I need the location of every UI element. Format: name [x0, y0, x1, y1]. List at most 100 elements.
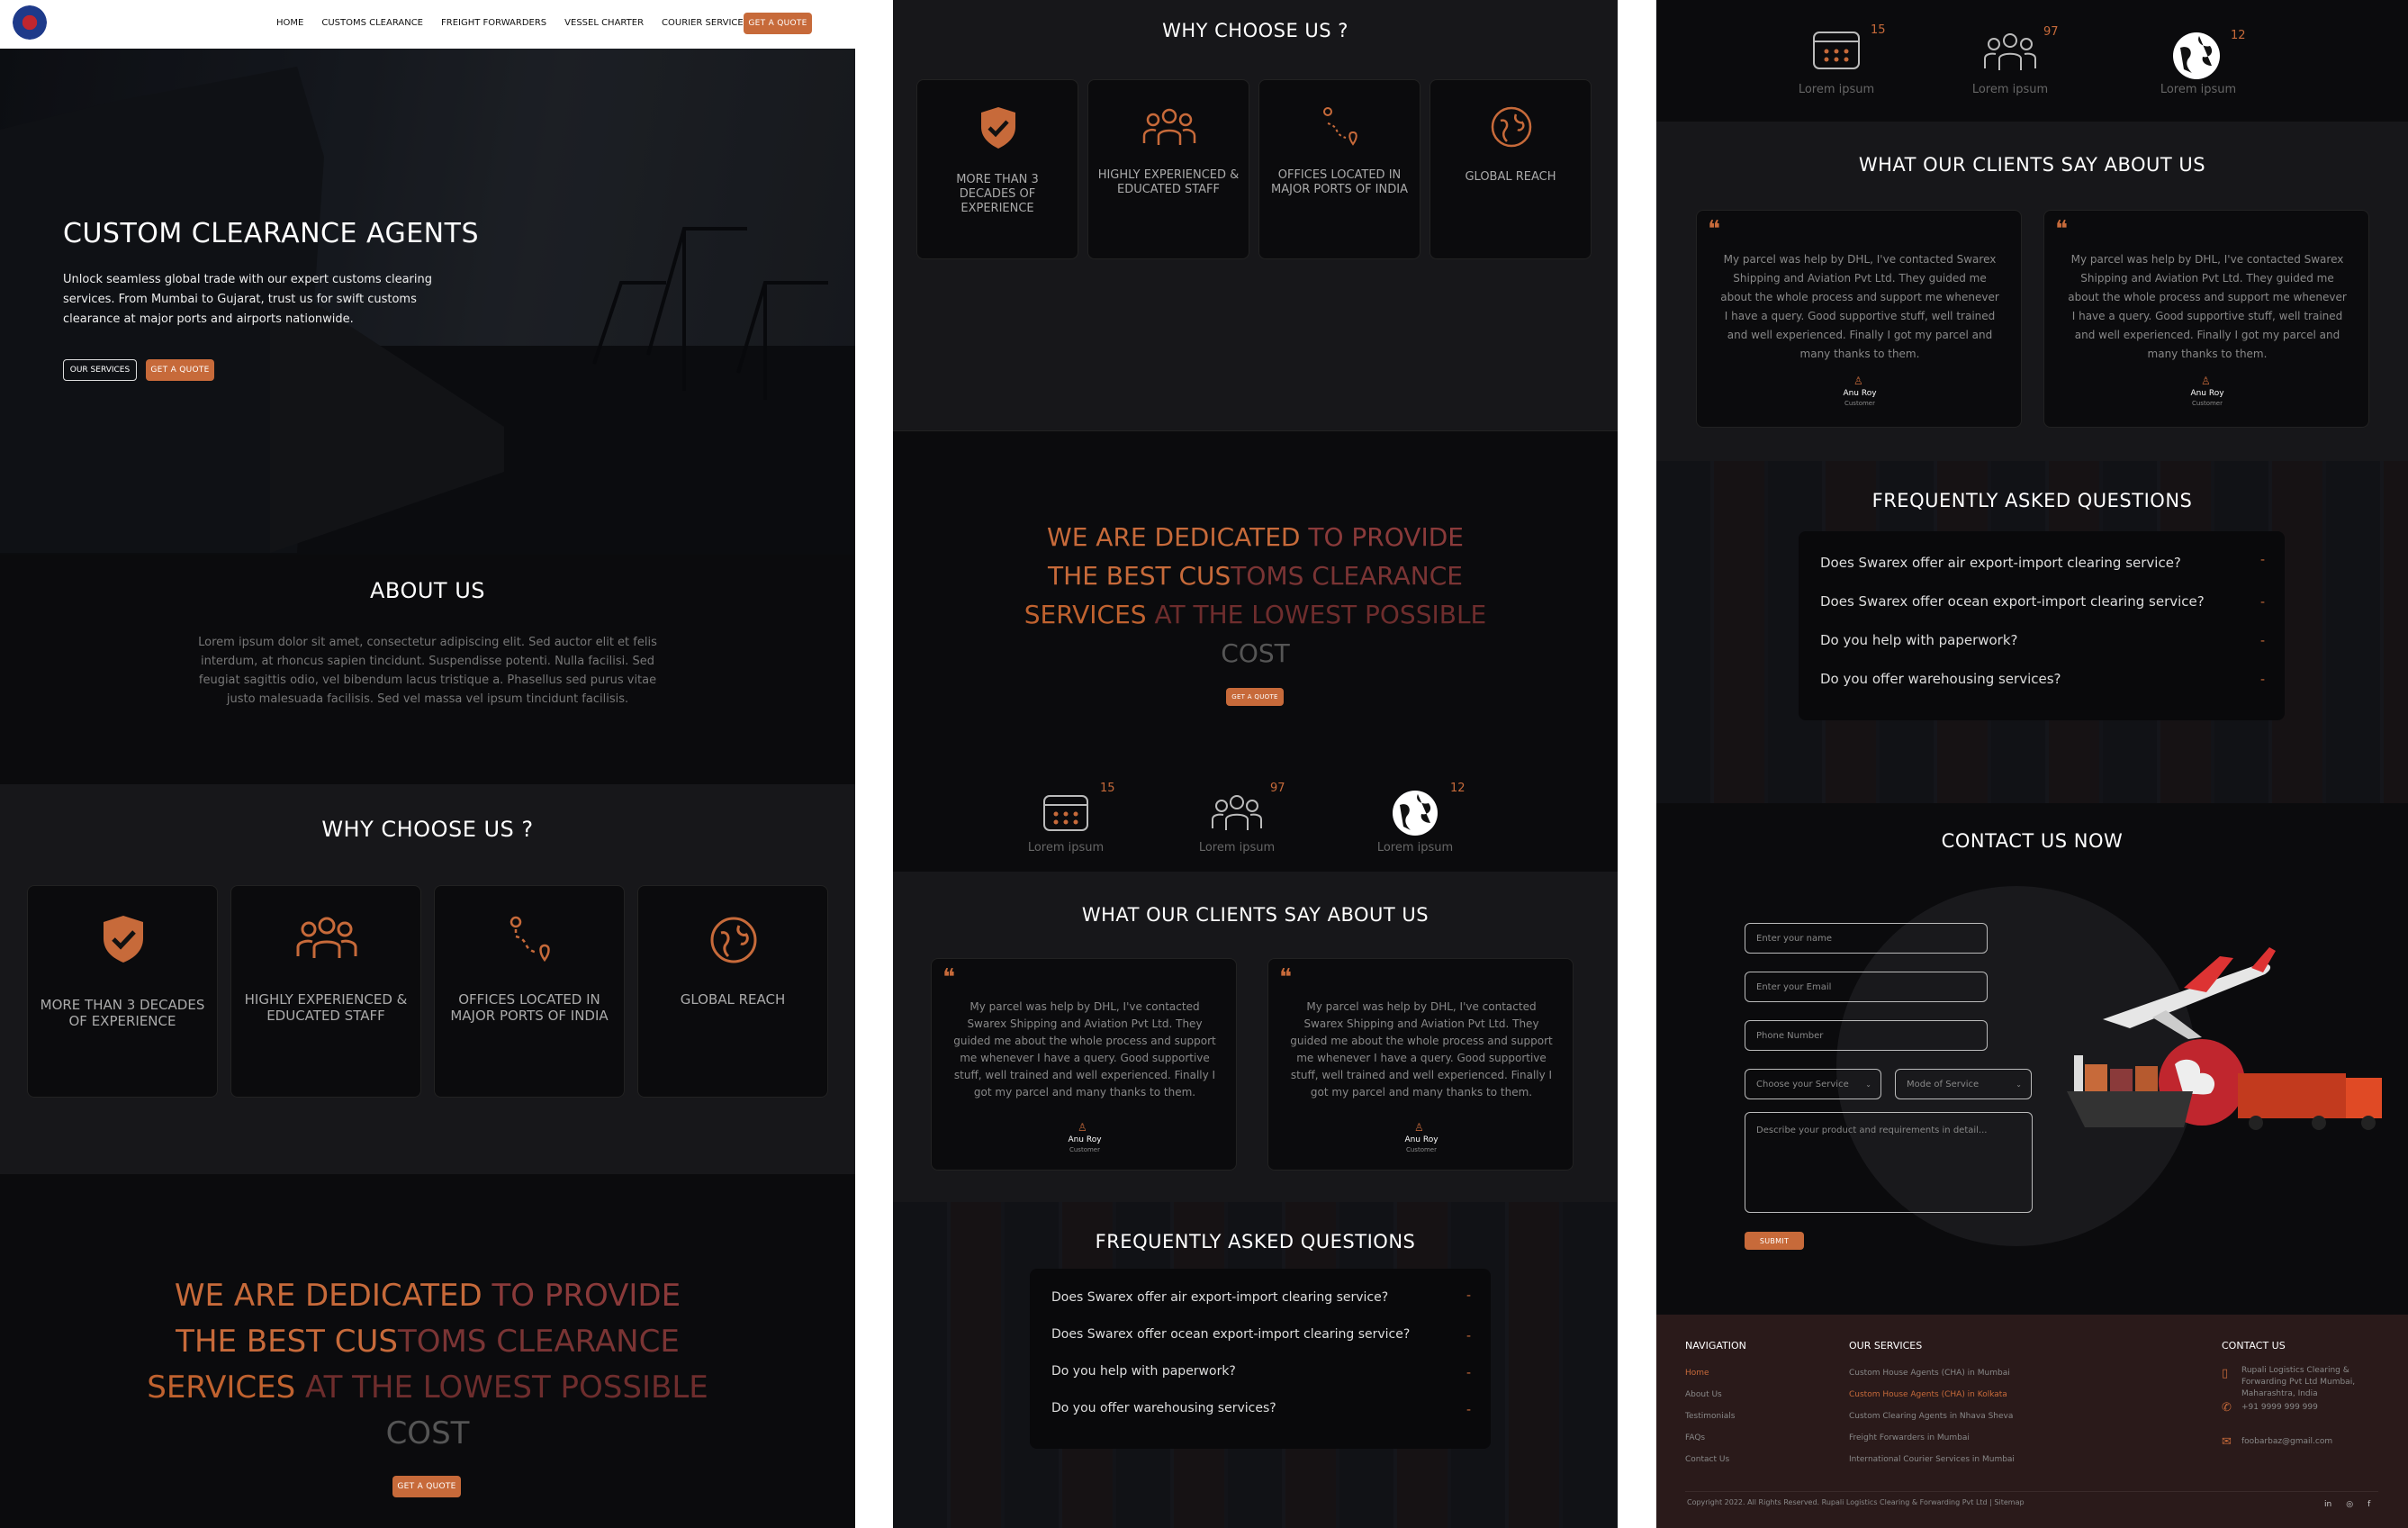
dedicated-heading: WE ARE DEDICATED TO PROVIDE THE BEST CUS…: [893, 518, 1618, 673]
testimonial-text: My parcel was help by DHL, I've contacte…: [1720, 253, 1999, 360]
footer-service-link[interactable]: Freight Forwarders in Mumbai: [1849, 1433, 1970, 1442]
footer-link-faqs[interactable]: FAQs: [1685, 1433, 1705, 1442]
why-card-label: GLOBAL REACH: [680, 991, 786, 1008]
phone-field[interactable]: Phone Number: [1745, 1020, 1988, 1051]
footer-contact-title: CONTACT US: [2222, 1340, 2286, 1352]
page-column-1: HOME CUSTOMS CLEARANCE FREIGHT FORWARDER…: [0, 0, 855, 1528]
email-field[interactable]: Enter your Email: [1745, 972, 1988, 1002]
footer-service-link[interactable]: International Courier Services in Mumbai: [1849, 1455, 2015, 1464]
dedicated-get-quote-button[interactable]: GET A QUOTE: [392, 1476, 461, 1497]
faq-title: FREQUENTLY ASKED QUESTIONS: [1871, 490, 2193, 511]
dedicated-text: SERVICES: [147, 1370, 296, 1406]
faq-question[interactable]: Does Swarex offer ocean export-import cl…: [1820, 593, 2249, 610]
map-route-icon: [1323, 107, 1357, 146]
clients-section: WHAT OUR CLIENTS SAY ABOUT US ❝ My parce…: [1656, 122, 2408, 461]
facebook-icon[interactable]: f: [2367, 1500, 2370, 1509]
mode-select[interactable]: Mode of Service ⌄: [1895, 1069, 2032, 1099]
globe-icon: [710, 917, 757, 963]
dedicated-text: TOMS CLEARANCE: [397, 1324, 680, 1360]
nav-freight-forwarders[interactable]: FREIGHT FORWARDERS: [441, 18, 546, 28]
stat-number: 12: [1450, 782, 1466, 795]
faq-toggle[interactable]: -: [1466, 1288, 1471, 1303]
dedicated-text: AT THE LOWEST POSSIBLE: [1146, 600, 1487, 629]
faq-question[interactable]: Do you offer warehousing services?: [1820, 671, 2249, 687]
why-card-global: GLOBAL REACH: [1429, 79, 1592, 259]
testimonial-card: ❝ My parcel was help by DHL, I've contac…: [931, 958, 1237, 1171]
why-card-label: HIGHLY EXPERIENCED & EDUCATED STAFF: [1097, 168, 1240, 196]
about-section: ABOUT US Lorem ipsum dolor sit amet, con…: [0, 555, 855, 784]
world-globe-icon: [1393, 791, 1438, 836]
user-icon: ♙: [1853, 375, 1863, 387]
footer-link-home[interactable]: Home: [1685, 1369, 1709, 1378]
faq-toggle[interactable]: -: [1466, 1329, 1471, 1343]
calendar-icon: [1813, 32, 1860, 69]
footer-email[interactable]: foobarbaz@gmail.com: [2241, 1437, 2332, 1446]
why-title: WHY CHOOSE US ?: [1162, 20, 1348, 41]
submit-button[interactable]: SUBMIT: [1745, 1232, 1804, 1250]
service-select[interactable]: Choose your Service ⌄: [1745, 1069, 1881, 1099]
faq-panel: Does Swarex offer air export-import clea…: [1799, 531, 2285, 720]
dedicated-text: THE BEST CUS: [176, 1324, 398, 1360]
nav-courier-services[interactable]: COURIER SERVICES: [662, 18, 749, 28]
nav-get-quote-button[interactable]: GET A QUOTE: [744, 13, 812, 34]
hero-get-quote-button[interactable]: GET A QUOTE: [146, 359, 214, 381]
nav-vessel-charter[interactable]: VESSEL CHARTER: [564, 18, 644, 28]
chevron-down-icon: ⌄: [2016, 1080, 2022, 1089]
company-logo[interactable]: [13, 5, 47, 40]
stat-label: Lorem ipsum: [1198, 841, 1276, 854]
footer-phone[interactable]: +91 9999 999 999: [2241, 1403, 2318, 1412]
world-globe-icon: [2173, 32, 2220, 79]
people-group-icon: [1212, 795, 1262, 830]
map-route-icon: [510, 916, 550, 963]
footer-service-link[interactable]: Custom House Agents (CHA) in Kolkata: [1849, 1390, 2007, 1399]
dedicated-text: WE ARE DEDICATED: [174, 1278, 483, 1314]
footer-link-contact[interactable]: Contact Us: [1685, 1455, 1729, 1464]
faq-toggle[interactable]: -: [1466, 1366, 1471, 1380]
dedicated-text: SERVICES: [1024, 600, 1147, 629]
testimonial-name: Anu Roy: [1404, 1135, 1438, 1144]
testimonial-text: My parcel was help by DHL, I've contacte…: [2068, 253, 2347, 360]
name-field[interactable]: Enter your name: [1745, 923, 1988, 954]
faq-question[interactable]: Does Swarex offer air export-import clea…: [1051, 1290, 1455, 1305]
stat-label: Lorem ipsum: [1376, 841, 1454, 854]
faq-toggle[interactable]: -: [1466, 1403, 1471, 1417]
dedicated-get-quote-button[interactable]: GET A QUOTE: [1226, 688, 1284, 706]
testimonial-text: My parcel was help by DHL, I've contacte…: [1290, 1000, 1553, 1099]
instagram-icon[interactable]: ◎: [2346, 1500, 2353, 1509]
map-icon: ▯: [2222, 1367, 2229, 1380]
phone-icon: ✆: [2222, 1401, 2232, 1415]
faq-question[interactable]: Does Swarex offer ocean export-import cl…: [1051, 1327, 1455, 1342]
faq-toggle[interactable]: -: [2260, 553, 2265, 567]
faq-toggle[interactable]: -: [2260, 634, 2265, 648]
faq-toggle[interactable]: -: [2260, 595, 2265, 610]
faq-question[interactable]: Do you offer warehousing services?: [1051, 1401, 1455, 1415]
faq-question[interactable]: Do you help with paperwork?: [1051, 1364, 1455, 1379]
faq-panel: Does Swarex offer air export-import clea…: [1030, 1269, 1491, 1449]
dedicated-text: COST: [385, 1415, 470, 1451]
footer-copyright: Copyright 2022. All Rights Reserved. Rup…: [1687, 1498, 2025, 1506]
hero-our-services-button[interactable]: OUR SERVICES: [63, 359, 137, 381]
footer-link-about[interactable]: About Us: [1685, 1390, 1722, 1399]
description-textarea[interactable]: Describe your product and requirements i…: [1745, 1112, 2033, 1213]
linkedin-icon[interactable]: in: [2324, 1500, 2331, 1509]
quote-icon: ❝: [942, 964, 955, 991]
stat-label: Lorem ipsum: [1027, 841, 1105, 854]
footer-service-link[interactable]: Custom House Agents (CHA) in Mumbai: [1849, 1369, 2010, 1378]
nav-home[interactable]: HOME: [276, 18, 303, 28]
footer: NAVIGATION Home About Us Testimonials FA…: [1656, 1315, 2408, 1528]
clients-title: WHAT OUR CLIENTS SAY ABOUT US: [1081, 904, 1429, 926]
stats-row: 15 Lorem ipsum 97 Lorem ipsum 12 Lorem i…: [1656, 0, 2408, 122]
footer-link-testimonials[interactable]: Testimonials: [1685, 1412, 1735, 1421]
why-card-label: MORE THAN 3 DECADES OF EXPERIENCE: [956, 173, 1039, 215]
why-card-offices: OFFICES LOCATED IN MAJOR PORTS OF INDIA: [1258, 79, 1420, 259]
why-title: WHY CHOOSE US ?: [321, 817, 534, 842]
faq-toggle[interactable]: -: [2260, 673, 2265, 687]
footer-service-link[interactable]: Custom Clearing Agents in Nhava Sheva: [1849, 1412, 2013, 1421]
testimonial-name: Anu Roy: [2190, 389, 2224, 398]
faq-question[interactable]: Does Swarex offer air export-import clea…: [1820, 555, 2249, 571]
stat-number: 97: [1270, 782, 1285, 795]
faq-question[interactable]: Do you help with paperwork?: [1820, 632, 2249, 648]
dedicated-text: TO PROVIDE: [1300, 522, 1464, 552]
nav-customs-clearance[interactable]: CUSTOMS CLEARANCE: [321, 18, 423, 28]
why-card-label: MORE THAN 3 DECADES OF EXPERIENCE: [40, 997, 205, 1029]
